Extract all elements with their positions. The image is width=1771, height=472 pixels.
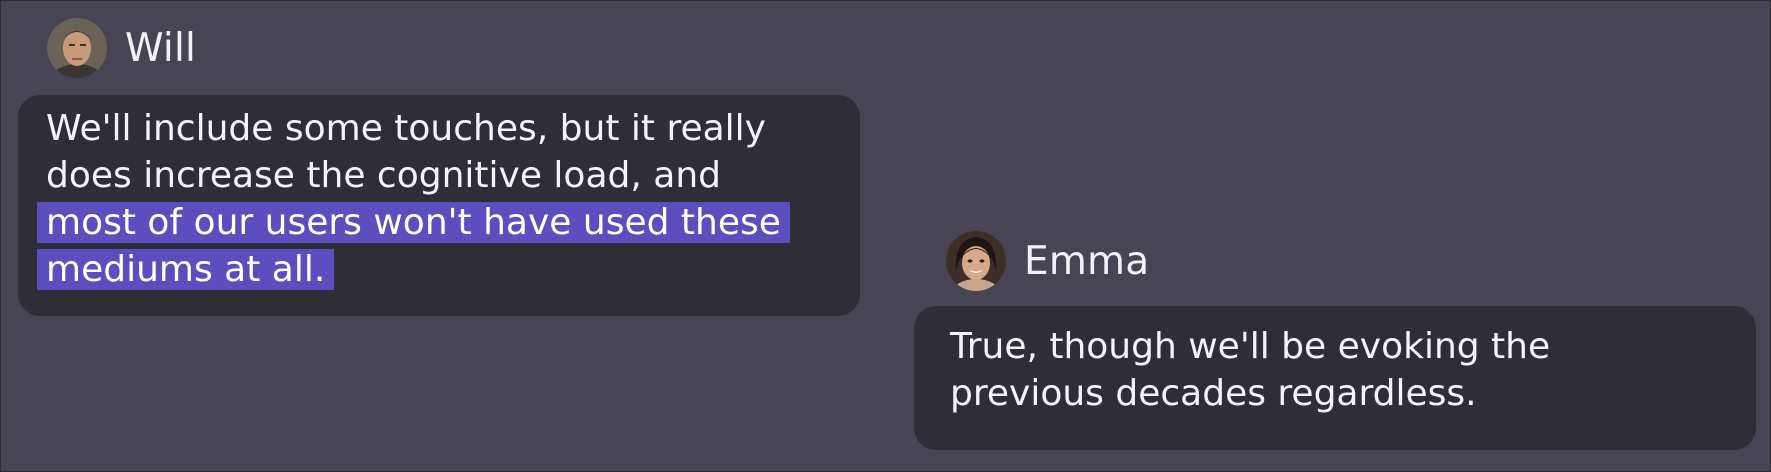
message-line: previous decades regardless. <box>950 373 1477 414</box>
message-text: True, though we'll be evoking the previo… <box>950 323 1732 417</box>
message-bubble-emma[interactable]: True, though we'll be evoking the previo… <box>914 306 1756 450</box>
message-text: We'll include some touches, but it reall… <box>46 105 836 293</box>
message-bubble-will[interactable]: We'll include some touches, but it reall… <box>18 95 860 316</box>
message-sender-will: Will <box>47 18 196 78</box>
message-line: does increase the cognitive load, and <box>46 155 721 196</box>
message-line: True, though we'll be evoking the <box>950 326 1551 367</box>
emma-avatar-photo <box>946 231 1006 291</box>
sender-name-emma: Emma <box>1024 238 1150 284</box>
will-avatar-icon[interactable] <box>47 18 107 78</box>
sender-name-will: Will <box>125 25 197 71</box>
selected-text-line[interactable]: most of our users won't have used these <box>46 202 781 243</box>
emma-avatar-icon[interactable] <box>946 231 1006 291</box>
will-avatar-photo <box>47 18 107 78</box>
selected-text-line[interactable]: mediums at all. <box>46 249 326 290</box>
message-sender-emma: Emma <box>946 231 1149 291</box>
message-line: We'll include some touches, but it reall… <box>46 108 766 149</box>
